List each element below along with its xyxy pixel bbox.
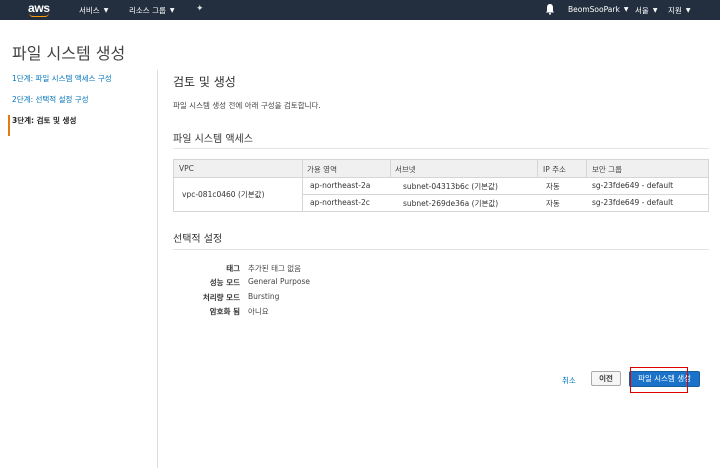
aws-logo-smile-icon <box>29 13 49 17</box>
section-divider <box>173 249 709 250</box>
section-divider <box>173 148 709 149</box>
user-name: BeomSooPark <box>568 5 620 14</box>
column-header-subnet: 서브넷 <box>395 165 416 174</box>
chevron-down-icon: ▼ <box>103 7 109 14</box>
access-section-title: 파일 시스템 액세스 <box>173 134 253 145</box>
step-1-link[interactable]: 1단계: 파일 시스템 액세스 구성 <box>8 73 158 94</box>
chevron-down-icon: ▼ <box>652 7 658 14</box>
az-cell: ap-northeast-2a <box>310 181 371 190</box>
support-label: 지원 <box>668 6 682 15</box>
resource-groups-menu[interactable]: 리소스 그룹 ▼ <box>129 5 175 16</box>
access-table: VPC 가용 영역 서브넷 IP 주소 보안 그룹 vpc-081c0460 (… <box>173 159 709 212</box>
region-label: 서울 <box>635 6 649 15</box>
subnet-cell: subnet-04313b6c (기본값) <box>403 182 498 191</box>
support-menu[interactable]: 지원 ▼ <box>668 5 690 16</box>
previous-button[interactable]: 이전 <box>591 371 621 386</box>
column-header-ip: IP 주소 <box>543 165 566 174</box>
column-separator <box>390 160 391 177</box>
table-row: ap-northeast-2a subnet-04313b6c (기본값) 자동… <box>302 178 708 194</box>
ip-cell: 자동 <box>546 199 560 208</box>
step-2-link[interactable]: 2단계: 선택적 설정 구성 <box>8 94 158 115</box>
performance-mode-key: 성능 모드 <box>209 278 240 287</box>
step-3-current: 3단계: 검토 및 생성 <box>8 115 158 136</box>
encryption-key: 암호화 됨 <box>209 307 240 316</box>
column-separator <box>302 160 303 177</box>
table-row: ap-northeast-2c subnet-269de36a (기본값) 자동… <box>302 194 708 210</box>
vpc-cell: vpc-081c0460 (기본값) <box>182 190 265 199</box>
chevron-down-icon: ▼ <box>685 7 691 14</box>
throughput-mode-key: 처리량 모드 <box>202 293 240 302</box>
column-header-az: 가용 영역 <box>307 165 337 174</box>
services-menu[interactable]: 서비스 ▼ <box>79 5 108 16</box>
subnet-cell: subnet-269de36a (기본값) <box>403 199 499 208</box>
wizard-steps: 1단계: 파일 시스템 액세스 구성 2단계: 선택적 설정 구성 3단계: 검… <box>8 73 158 136</box>
tags-key: 태그 <box>226 264 240 273</box>
performance-mode-value: General Purpose <box>248 277 311 286</box>
user-menu[interactable]: BeomSooPark ▼ <box>568 5 628 14</box>
review-title: 검토 및 생성 <box>173 75 236 89</box>
column-separator <box>586 160 587 177</box>
resource-groups-label: 리소스 그룹 <box>129 6 166 15</box>
encryption-value: 아니요 <box>248 307 269 316</box>
services-menu-label: 서비스 <box>79 6 100 15</box>
throughput-mode-value: Bursting <box>248 292 280 301</box>
column-separator <box>537 160 538 177</box>
chevron-down-icon: ▼ <box>623 6 629 13</box>
pin-icon[interactable]: ✦ <box>196 4 204 14</box>
chevron-down-icon: ▼ <box>169 7 175 14</box>
top-navigation-bar: aws 서비스 ▼ 리소스 그룹 ▼ ✦ BeomSooPark ▼ 서울 ▼ 지원 ▼ <box>0 0 720 20</box>
cancel-button[interactable]: 취소 <box>562 375 576 386</box>
region-menu[interactable]: 서울 ▼ <box>635 5 657 16</box>
page-title: 파일 시스템 생성 <box>12 44 126 63</box>
az-cell: ap-northeast-2c <box>310 198 370 207</box>
sidebar-divider <box>157 70 158 468</box>
table-header: VPC 가용 영역 서브넷 IP 주소 보안 그룹 <box>174 160 708 178</box>
column-header-security-group: 보안 그룹 <box>592 165 622 174</box>
optional-section-title: 선택적 설정 <box>173 234 223 245</box>
ip-cell: 자동 <box>546 182 560 191</box>
security-group-cell: sg-23fde649 - default <box>592 181 674 190</box>
security-group-cell: sg-23fde649 - default <box>592 198 674 207</box>
review-description: 파일 시스템 생성 전에 아래 구성을 검토합니다. <box>173 101 321 110</box>
table-body: vpc-081c0460 (기본값) ap-northeast-2a subne… <box>174 178 708 211</box>
column-header-vpc: VPC <box>179 164 194 173</box>
tags-value: 추가된 태그 없음 <box>248 264 302 273</box>
bell-icon[interactable] <box>545 3 555 15</box>
create-file-system-button[interactable]: 파일 시스템 생성 <box>629 371 700 387</box>
